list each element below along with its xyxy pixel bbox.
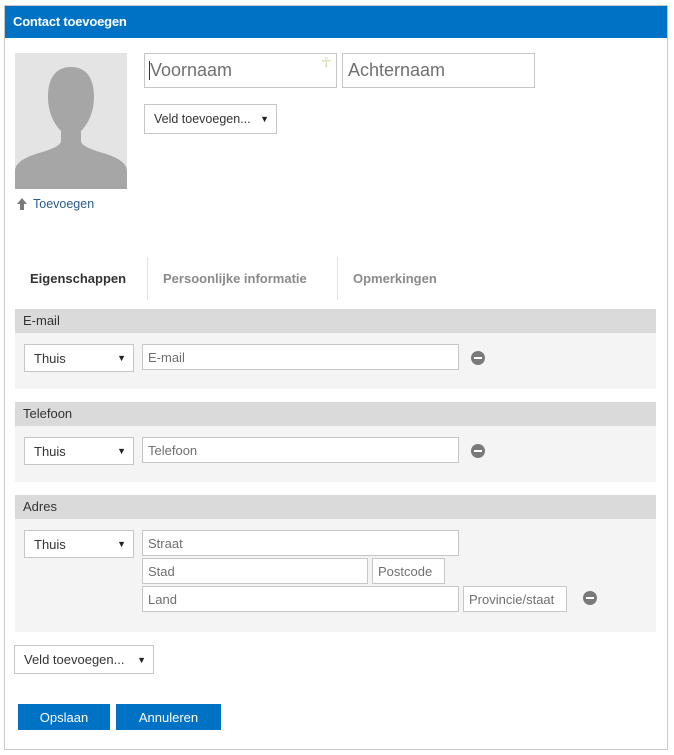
first-name-input[interactable] (144, 53, 337, 88)
street-input[interactable] (142, 530, 459, 556)
tab-eigenschappen-label: Eigenschappen (30, 271, 127, 286)
caret-down-icon: ▼ (117, 446, 126, 456)
tab-persoonlijke-informatie-label: Persoonlijke informatie (163, 271, 307, 286)
tab-persoonlijke-informatie[interactable]: Persoonlijke informatie (147, 257, 337, 300)
add-field-dropdown-bottom[interactable]: Veld toevoegen... ▼ (14, 645, 154, 674)
contact-dialog: Contact toevoegen Toevoegen ☥ Veld toevo… (4, 5, 668, 750)
arrow-up-icon (17, 198, 27, 210)
cancel-button[interactable]: Annuleren (116, 704, 221, 730)
tab-divider (147, 257, 148, 300)
tab-opmerkingen[interactable]: Opmerkingen (338, 257, 458, 300)
tab-bar: Eigenschappen Persoonlijke informatie Op… (15, 257, 458, 300)
remove-address-icon[interactable] (583, 591, 597, 605)
phone-type-select[interactable]: Thuis ▼ (24, 437, 134, 465)
upload-photo-link[interactable]: Toevoegen (17, 196, 94, 212)
email-input[interactable] (142, 344, 459, 370)
add-field-dropdown-top-label: Veld toevoegen... (154, 112, 251, 126)
phone-type-value: Thuis (34, 443, 66, 459)
phone-input[interactable] (142, 437, 459, 463)
person-silhouette-icon (15, 53, 127, 189)
postcode-input[interactable] (372, 558, 445, 584)
caret-down-icon: ▼ (117, 353, 126, 363)
text-cursor (149, 61, 150, 80)
caret-down-icon: ▼ (260, 114, 269, 124)
phone-section-header: Telefoon (15, 402, 656, 426)
save-button[interactable]: Opslaan (18, 704, 110, 730)
add-field-dropdown-top[interactable]: Veld toevoegen... ▼ (144, 104, 277, 134)
remove-email-icon[interactable] (471, 351, 485, 365)
email-type-select[interactable]: Thuis ▼ (24, 344, 134, 372)
last-name-input[interactable] (342, 53, 535, 88)
contact-photo-placeholder[interactable] (15, 53, 127, 189)
dialog-title: Contact toevoegen (5, 6, 667, 38)
remove-phone-icon[interactable] (471, 444, 485, 458)
tab-opmerkingen-label: Opmerkingen (353, 271, 437, 286)
caret-down-icon: ▼ (137, 654, 146, 665)
caret-down-icon: ▼ (117, 539, 126, 549)
address-type-select[interactable]: Thuis ▼ (24, 530, 134, 558)
city-input[interactable] (142, 558, 368, 584)
email-section-header: E-mail (15, 309, 656, 333)
province-input[interactable] (463, 586, 567, 612)
pin-icon: ☥ (321, 54, 332, 70)
upload-photo-label: Toevoegen (33, 197, 95, 211)
country-input[interactable] (142, 586, 459, 612)
address-type-value: Thuis (34, 536, 66, 552)
tab-eigenschappen[interactable]: Eigenschappen (15, 257, 147, 300)
add-field-dropdown-bottom-label: Veld toevoegen... (24, 652, 125, 667)
address-section-header: Adres (15, 495, 656, 519)
email-type-value: Thuis (34, 350, 66, 366)
